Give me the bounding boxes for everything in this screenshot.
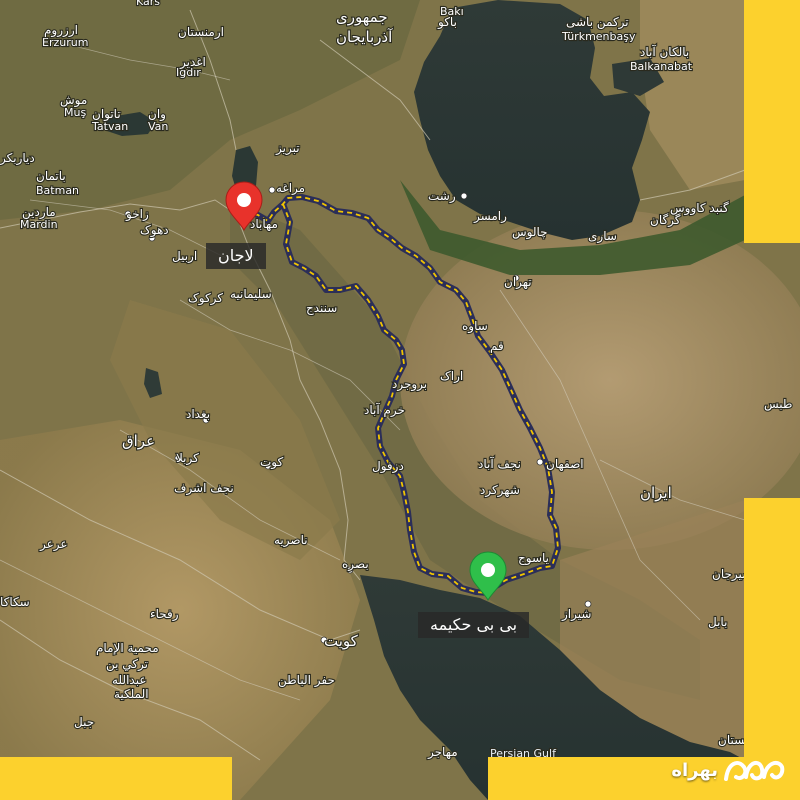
label-borujerd: بروجرد — [392, 377, 427, 392]
label-jabal: جبل — [74, 715, 94, 729]
label-kuwait: کویت — [324, 632, 359, 650]
label-erzurum-fa: ارزروم — [44, 23, 78, 38]
label-balkanabat-fa: بالکان آباد — [640, 44, 689, 59]
label-kut: کوت — [260, 455, 283, 470]
label-van-fa: وان — [148, 107, 166, 122]
satellite-map[interactable]: Kars Erzurum Muş Tatvan Van Iğdır Batman… — [0, 0, 800, 800]
label-sulaymaniyah: سلیمانیه — [230, 287, 272, 301]
label-kirkuk: کرکوک — [188, 291, 223, 306]
label-mardin: Mardin — [20, 218, 58, 231]
label-rasht: رشت — [428, 189, 456, 204]
label-qom: قم — [490, 339, 504, 353]
label-igdir-fa: اغدیر — [179, 55, 206, 70]
origin-label: لاجان — [206, 243, 266, 269]
label-basra: بصره — [342, 557, 369, 572]
label-batman: Batman — [36, 184, 79, 197]
label-batman-fa: باتمان — [36, 169, 66, 183]
label-erbil: اربیل — [172, 249, 197, 264]
label-chalus: چالوس — [512, 225, 548, 240]
brand-logo-text: بهراه — [671, 759, 718, 781]
label-mahabad: مهاباد — [250, 217, 278, 231]
label-turkmenbasy: Türkmenbaşy — [561, 30, 636, 43]
label-mus: Muş — [64, 106, 86, 119]
label-armenia: ارمنستان — [178, 25, 224, 40]
label-tabriz: تبریز — [275, 141, 300, 156]
label-karbala: کربلا — [176, 451, 199, 466]
label-dezful: دزفول — [372, 459, 404, 474]
label-turkmenbasy-fa: ترکمن باشی — [566, 15, 629, 30]
label-zakho: زاخو — [125, 207, 149, 222]
label-iran: ایران — [640, 484, 672, 502]
label-maragheh: مراغه — [276, 181, 305, 196]
label-erzurum: Erzurum — [42, 36, 88, 49]
label-republic: جمهوری — [336, 8, 388, 26]
label-yasuj: یاسوج — [518, 551, 549, 566]
label-baghdad: بغداد — [186, 407, 210, 421]
label-turki-bin: تركي بن — [106, 657, 148, 672]
label-sakaka: سکاکا — [0, 595, 30, 609]
label-hafar: حفر الباطن — [278, 673, 335, 688]
label-rafha: رفحاء — [150, 607, 179, 622]
label-arar: عرعر — [39, 537, 68, 552]
label-saveh: ساوه — [462, 319, 488, 334]
destination-marker-dot — [481, 563, 495, 577]
label-mus-fa: موش — [60, 93, 87, 108]
label-tatvan: Tatvan — [91, 120, 128, 133]
label-royal: الملكية — [114, 687, 149, 701]
label-van: Van — [148, 120, 168, 133]
label-ramsar: رامسر — [473, 209, 507, 224]
label-iraq: عراق — [122, 432, 155, 450]
label-tehran: تهران — [504, 275, 532, 290]
label-mardin-fa: ماردین — [22, 205, 56, 220]
label-imam-reserve: محمية الإمام — [96, 641, 159, 655]
label-balkanabat: Balkanabat — [630, 60, 693, 73]
origin-marker-dot — [237, 193, 251, 207]
label-azerbaijan: آذربایجان — [336, 28, 393, 46]
label-nasiriyah: ناصریه — [274, 533, 308, 548]
label-gorgan: گرگان — [650, 213, 681, 228]
label-diyarbakir-fa: دیاربکر — [0, 151, 35, 166]
label-arak: اراک — [440, 369, 463, 384]
label-shiraz: شیراز — [561, 607, 591, 622]
label-abdullah: عبدالله — [112, 673, 146, 687]
label-duhok: دهوک — [140, 223, 169, 238]
label-sanandaj: سنندج — [306, 301, 337, 315]
label-kars: Kars — [136, 0, 160, 8]
label-tabas: طبس — [764, 397, 792, 412]
label-sari: ساری — [588, 229, 617, 244]
label-tatvan-fa: تاتوان — [92, 107, 121, 122]
destination-label: بی بی حکیمه — [418, 612, 530, 638]
brand-logo: بهراه — [671, 750, 786, 790]
brand-bar-bottom-left — [0, 757, 232, 800]
label-najaf: نجف اشرف — [174, 481, 234, 496]
label-babel: بابل — [708, 615, 727, 629]
label-najafabad: نجف آباد — [478, 456, 521, 471]
label-mohajer: مهاجر — [427, 745, 458, 760]
label-isfahan: اصفهان — [546, 457, 584, 471]
label-khorramabad: خرم آباد — [364, 402, 405, 418]
brand-logo-mark-icon — [724, 760, 785, 781]
label-baku-fa: باکو — [437, 15, 457, 30]
label-shahrekord: شهرکرد — [480, 483, 520, 498]
brand-bar-right-top — [744, 0, 800, 243]
